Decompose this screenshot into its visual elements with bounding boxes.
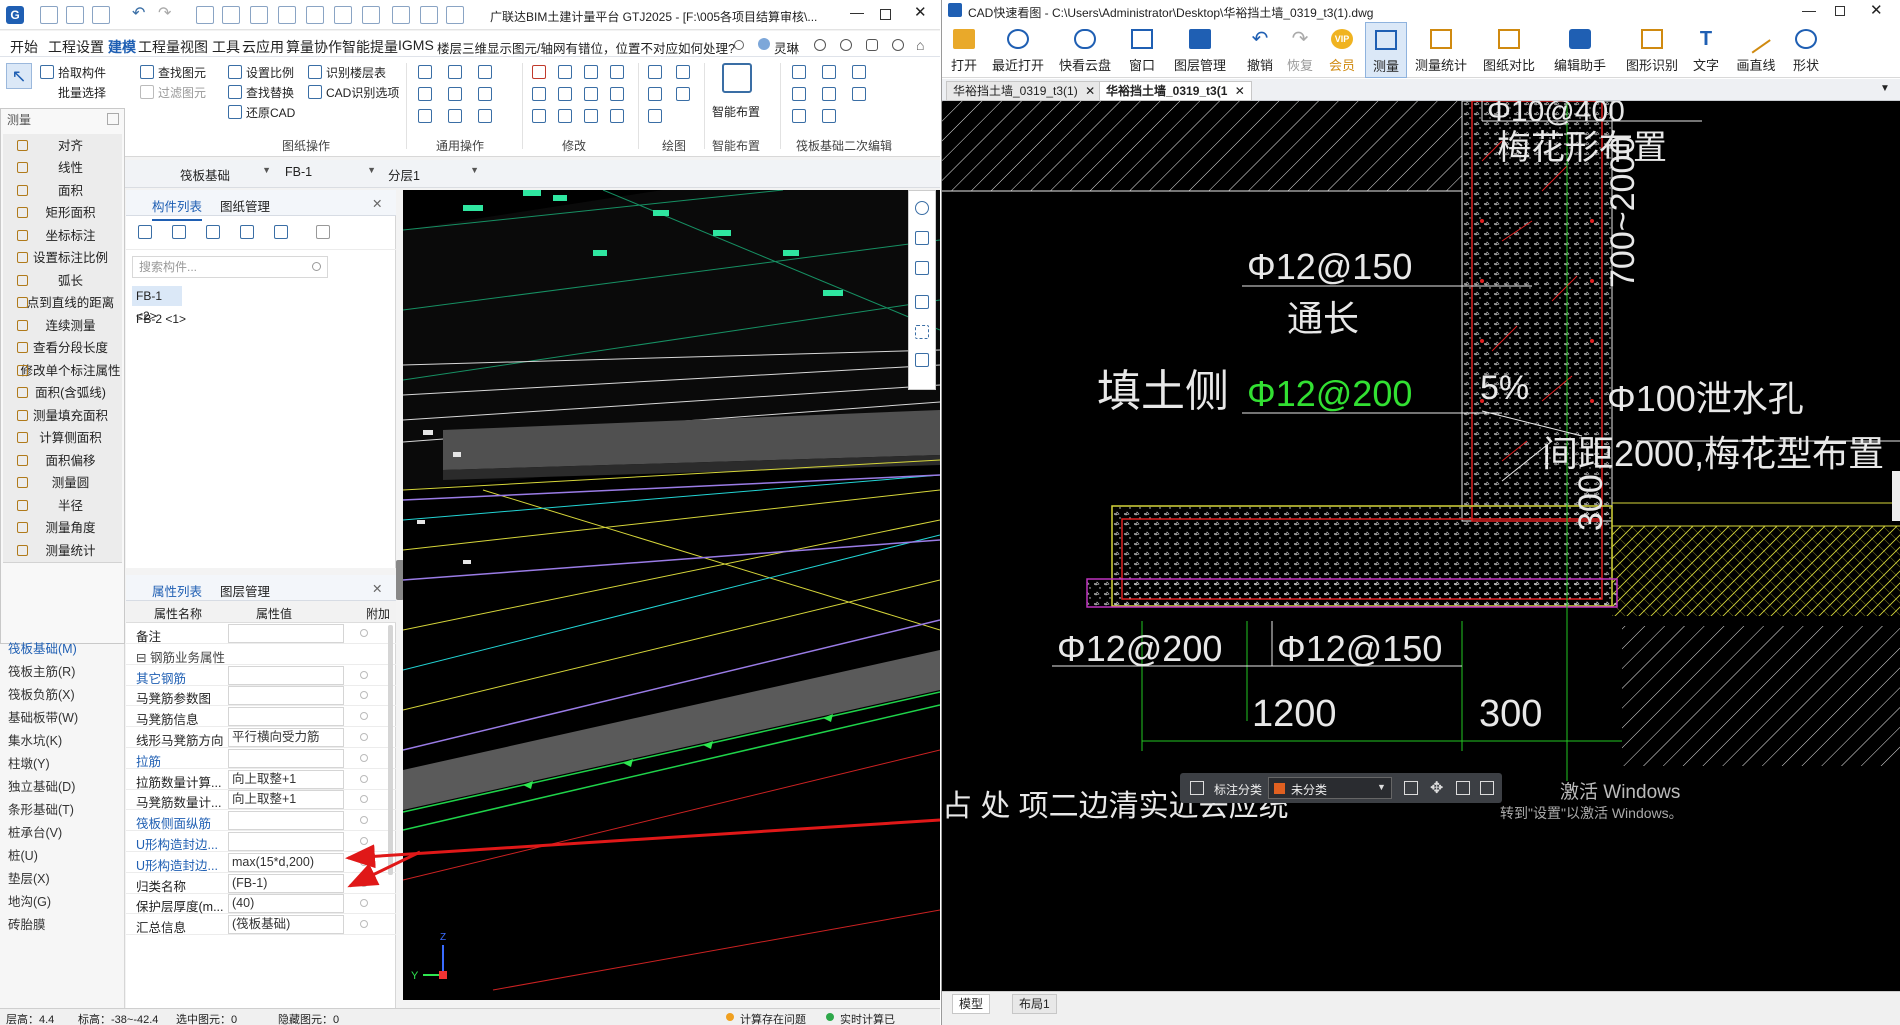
clock-icon bbox=[1007, 29, 1029, 49]
move-icon[interactable]: ✥ bbox=[1430, 778, 1443, 798]
activation-watermark-title: 激活 Windows bbox=[1560, 782, 1681, 803]
tool-measure[interactable]: 测量 bbox=[1365, 22, 1407, 78]
layout-tab-layout1[interactable]: 布局1 bbox=[1012, 994, 1057, 1014]
undo-icon: ↶ bbox=[1251, 28, 1269, 50]
tab-close-icon[interactable]: ✕ bbox=[1235, 84, 1245, 98]
tool-cloud[interactable]: 快看云盘 bbox=[1054, 22, 1116, 78]
grid-icon[interactable] bbox=[1190, 781, 1204, 795]
edit-assistant-icon bbox=[1569, 29, 1591, 49]
cad-text-top: Φ10@400 bbox=[1487, 101, 1625, 128]
tool-open[interactable]: 打开 bbox=[942, 22, 986, 78]
shape-recognize-icon bbox=[1641, 29, 1663, 49]
gtj-window: G ↶ ↷ 广联达BIM土建计量平台 GTJ2025 - [F:\005各项目结… bbox=[0, 0, 940, 1025]
close-button[interactable]: ✕ bbox=[1870, 1, 1883, 19]
tool-window[interactable]: 窗口 bbox=[1122, 22, 1162, 78]
vip-icon: VIP bbox=[1331, 29, 1353, 49]
retaining-wall-drawing: Φ10@400 梅花形布置 700~2000 Φ12@150 通长 填土侧 Φ1… bbox=[942, 101, 1900, 823]
cad-text-12-150-through: Φ12@150 bbox=[1247, 246, 1412, 287]
canvas-scroll-handle bbox=[1892, 471, 1900, 521]
cloud-icon bbox=[1074, 29, 1096, 49]
tool-layers[interactable]: 图层管理 bbox=[1168, 22, 1232, 78]
cad-logo bbox=[948, 3, 962, 17]
compare-icon bbox=[1498, 29, 1520, 49]
status-calc-issue[interactable]: 计算存在问题 bbox=[740, 1011, 806, 1025]
cad-text-12-200-bottom: Φ12@200 bbox=[1057, 628, 1222, 669]
cad-file-tabs: 华裕挡土墙_0319_t3(1) ✕ 华裕挡土墙_0319_t3(1 ✕ ▼ bbox=[942, 79, 1900, 101]
tool-undo[interactable]: ↶ 撤销 bbox=[1240, 22, 1280, 78]
tool-shape[interactable]: 形状 bbox=[1784, 22, 1828, 78]
cad-text-drain-hole: Φ100泄水孔 bbox=[1607, 378, 1804, 419]
file-tab-2[interactable]: 华裕挡土墙_0319_t3(1 ✕ bbox=[1099, 81, 1252, 101]
stats-icon bbox=[1430, 29, 1452, 49]
status-check-icon[interactable] bbox=[726, 1013, 734, 1021]
tool-line[interactable]: 画直线 bbox=[1730, 22, 1782, 78]
redo-icon: ↷ bbox=[1291, 28, 1309, 50]
tool-shape-recognize[interactable]: 图形识别 bbox=[1620, 22, 1684, 78]
maximize-button[interactable] bbox=[1835, 6, 1845, 16]
cad-text-300-vertical: 300 bbox=[1572, 474, 1610, 531]
folder-icon bbox=[953, 29, 975, 49]
text-icon: T bbox=[1699, 28, 1713, 50]
cad-text-through: 通长 bbox=[1287, 298, 1359, 339]
tab-dropdown-icon[interactable]: ▼ bbox=[1880, 83, 1890, 94]
cad-text-fill-side: 填土侧 bbox=[1097, 367, 1229, 416]
cad-viewer-window: CAD快速看图 - C:\Users\Administrator\Desktop… bbox=[941, 0, 1900, 1025]
annotation-arrows bbox=[345, 818, 940, 888]
edit-icon[interactable] bbox=[1404, 781, 1418, 795]
chevron-down-icon: ▼ bbox=[1377, 782, 1386, 792]
shape-icon bbox=[1795, 29, 1817, 49]
cad-text-slope: 5% bbox=[1480, 369, 1529, 407]
tool-redo[interactable]: ↷ 恢复 bbox=[1280, 22, 1320, 78]
status-hidden: 隐藏图元：0 bbox=[278, 1014, 340, 1025]
tool-edit-assistant[interactable]: 编辑助手 bbox=[1546, 22, 1614, 78]
status-floor-height: 层高：4.4 bbox=[6, 1014, 55, 1025]
gtj-status-bar: 层高：4.4 标高：-38~-42.4 选中图元：0 隐藏图元：0 计算存在问题… bbox=[0, 1008, 940, 1025]
ruler-icon bbox=[1375, 30, 1397, 50]
tool-vip[interactable]: VIP 会员 bbox=[1322, 22, 1362, 78]
window-icon bbox=[1131, 29, 1153, 49]
layout-tab-model[interactable]: 模型 bbox=[952, 994, 991, 1014]
layers-icon bbox=[1189, 29, 1211, 49]
tool-text[interactable]: T 文字 bbox=[1686, 22, 1726, 78]
tool-compare[interactable]: 图纸对比 bbox=[1476, 22, 1542, 78]
cad-text-range: 700~2000 bbox=[1604, 136, 1642, 288]
cad-text-12-150-bottom: Φ12@150 bbox=[1277, 628, 1442, 669]
activation-watermark-sub: 转到"设置"以激活 Windows。 bbox=[1500, 805, 1683, 821]
cad-toolbar: 打开 最近打开 快看云盘 窗口 图层管理 ↶ 撤销 ↷ 恢复 VIP 会员 测量 测量… bbox=[942, 22, 1900, 78]
tool-measure-stats[interactable]: 测量统计 bbox=[1410, 22, 1472, 78]
tool-recent[interactable]: 最近打开 bbox=[986, 22, 1050, 78]
cad-title-text: CAD快速看图 - C:\Users\Administrator\Desktop… bbox=[968, 6, 1374, 20]
status-realtime-icon[interactable] bbox=[826, 1013, 834, 1021]
cad-text-dim-1200: 1200 bbox=[1252, 693, 1337, 735]
status-realtime[interactable]: 实时计算已 bbox=[840, 1011, 895, 1025]
status-selected: 选中图元：0 bbox=[176, 1014, 238, 1025]
annotation-class-label: 标注分类 bbox=[1214, 783, 1263, 797]
annotation-class-toolbar: 标注分类 未分类 ▼ ✥ bbox=[1180, 773, 1502, 803]
cad-layout-tabs: 模型 布局1 bbox=[942, 991, 1900, 1025]
file-tab-1[interactable]: 华裕挡土墙_0319_t3(1) ✕ bbox=[946, 81, 1103, 101]
category-color-swatch bbox=[1274, 783, 1285, 794]
minimize-button[interactable]: — bbox=[1802, 2, 1816, 18]
cad-text-drain-spacing: 间距2000,梅花型布置 bbox=[1542, 433, 1884, 474]
annotation-class-select[interactable]: 未分类 ▼ bbox=[1268, 777, 1392, 799]
annotation-class-value: 未分类 bbox=[1291, 783, 1328, 797]
delete-icon[interactable] bbox=[1480, 781, 1494, 795]
cad-drawing-canvas[interactable]: Φ10@400 梅花形布置 700~2000 Φ12@150 通长 填土侧 Φ1… bbox=[942, 101, 1900, 991]
cad-text-dim-300: 300 bbox=[1479, 693, 1542, 735]
status-elevation: 标高：-38~-42.4 bbox=[78, 1014, 159, 1025]
cad-text-12-200-green: Φ12@200 bbox=[1247, 373, 1412, 414]
line-icon bbox=[1741, 24, 1771, 54]
copy-icon[interactable] bbox=[1456, 781, 1470, 795]
tab-close-icon[interactable]: ✕ bbox=[1085, 84, 1095, 98]
cad-title-bar: CAD快速看图 - C:\Users\Administrator\Desktop… bbox=[942, 0, 1900, 22]
